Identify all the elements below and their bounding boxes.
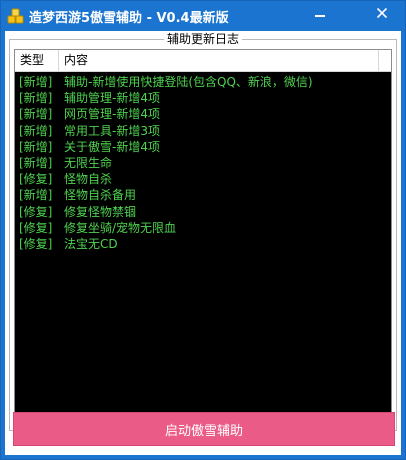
minimize-button[interactable] [301,1,339,25]
list-item[interactable]: [修复] 怪物自杀 [15,171,391,187]
minimize-icon [315,15,325,17]
row-content: 辅助-新增使用快捷登陆(包含QQ、新浪，微信) [64,75,313,89]
list-item[interactable]: [新增] 无限生命 [15,155,391,171]
row-type: [新增] [19,75,53,89]
list-item[interactable]: [新增] 怪物自杀备用 [15,187,391,203]
close-button[interactable] [359,1,405,25]
list-item[interactable]: [新增] 网页管理-新增4项 [15,106,391,122]
row-content: 法宝无CD [64,236,118,251]
row-content: 修复坐骑/宠物无限血 [64,220,177,235]
row-content: 修复怪物禁锢 [64,204,137,219]
row-type: [新增] [19,123,53,138]
list-item[interactable]: [修复] 法宝无CD [15,236,391,252]
row-content: 怪物自杀 [64,172,113,187]
column-header-type[interactable]: 类型 [15,50,59,72]
coins-icon [7,7,25,25]
column-header-content[interactable]: 内容 [59,50,379,72]
app-window: 造梦西游5傲雪辅助 - V0.4最新版 辅助更新日志 类型 内容 [新增] 辅助… [0,0,406,460]
row-type: [修复] [19,204,53,219]
row-type: [新增] [19,155,53,170]
title-bar[interactable]: 造梦西游5傲雪辅助 - V0.4最新版 [1,1,405,31]
changelog-rows: [新增] 辅助-新增使用快捷登陆(包含QQ、新浪，微信) [新增] 辅助管理-新增4… [15,74,391,252]
row-type: [修复] [19,220,53,235]
changelog-group-title: 辅助更新日志 [163,32,242,46]
row-type: [修复] [19,172,53,187]
row-type: [新增] [19,107,53,122]
start-assistant-button[interactable]: 启动傲雪辅助 [13,412,395,446]
row-content: 无限生命 [64,155,113,170]
changelog-group: 辅助更新日志 类型 内容 [新增] 辅助-新增使用快捷登陆(包含QQ、新浪，微信)… [9,32,397,431]
list-item[interactable]: [新增] 辅助-新增使用快捷登陆(包含QQ、新浪，微信) [15,74,391,90]
changelog-group-title-wrap: 辅助更新日志 [10,31,396,47]
row-content: 怪物自杀备用 [64,188,137,203]
list-item[interactable]: [修复] 修复怪物禁锢 [15,204,391,220]
row-content: 关于傲雪-新增4项 [64,139,160,154]
row-type: [修复] [19,236,53,251]
window-title: 造梦西游5傲雪辅助 - V0.4最新版 [29,11,229,26]
list-item[interactable]: [新增] 关于傲雪-新增4项 [15,139,391,155]
list-header: 类型 内容 [15,50,391,72]
row-type: [新增] [19,139,53,154]
row-content: 常用工具-新增3项 [64,123,160,138]
list-item[interactable]: [新增] 常用工具-新增3项 [15,123,391,139]
row-type: [新增] [19,91,53,106]
row-content: 辅助管理-新增4项 [64,91,160,106]
close-icon [376,7,388,19]
row-type: [新增] [19,188,53,203]
changelog-list[interactable]: 类型 内容 [新增] 辅助-新增使用快捷登陆(包含QQ、新浪，微信) [新增] 辅助… [14,49,392,419]
list-item[interactable]: [修复] 修复坐骑/宠物无限血 [15,220,391,236]
row-content: 网页管理-新增4项 [64,107,160,122]
client-area: 辅助更新日志 类型 内容 [新增] 辅助-新增使用快捷登陆(包含QQ、新浪，微信)… [5,31,401,455]
list-item[interactable]: [新增] 辅助管理-新增4项 [15,90,391,106]
